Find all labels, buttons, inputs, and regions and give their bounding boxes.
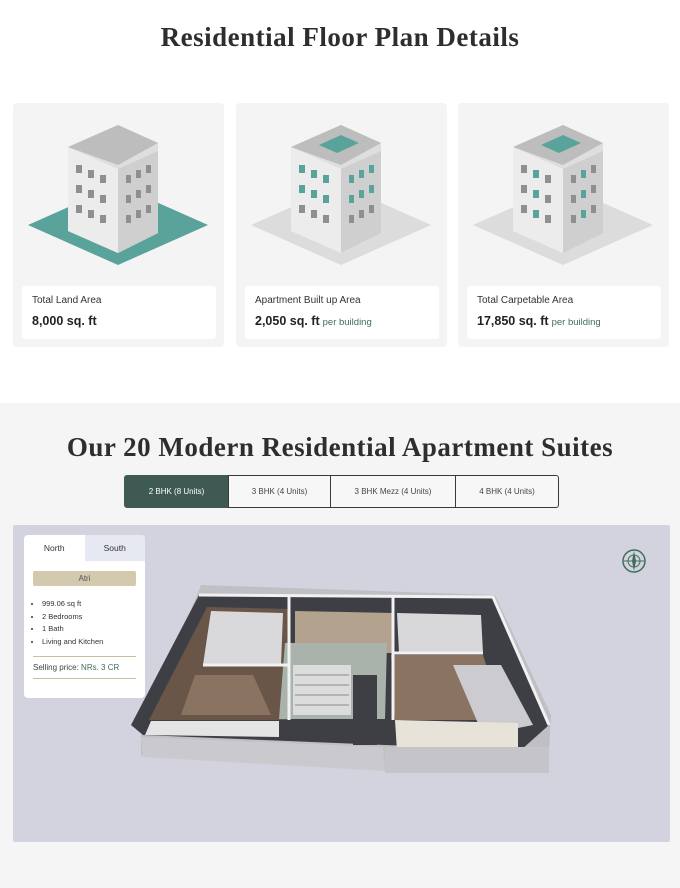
tab-3bhk-mezz[interactable]: 3 BHK Mezz (4 Units) [330, 475, 456, 508]
carpetable-area-info: Total Carpetable Area 17,850 sq. ft per b… [467, 286, 661, 339]
built-up-area-card: Apartment Built up Area 2,050 sq. ft per … [236, 103, 447, 347]
divider [33, 677, 136, 679]
floor-plan-title: Residential Floor Plan Details [160, 22, 520, 52]
tab-south[interactable]: South [84, 535, 145, 561]
building-land-illustration [28, 125, 208, 265]
building-builtup-illustration [251, 125, 431, 265]
list-item: Living and Kitchen [42, 636, 145, 649]
card-label: Apartment Built up Area [255, 295, 361, 306]
suites-title: Our 20 Modern Residential Apartment Suit… [66, 432, 614, 462]
tab-3bhk[interactable]: 3 BHK (4 Units) [228, 475, 331, 508]
unit-info-panel: North South Atri 999.06 sq ft 2 Bedrooms… [24, 535, 145, 698]
unit-type-tabs: 2 BHK (8 Units) 3 BHK (4 Units) 3 BHK Me… [124, 475, 559, 508]
list-item: 2 Bedrooms [42, 611, 145, 624]
tab-2bhk[interactable]: 2 BHK (8 Units) [124, 475, 229, 508]
card-label: Total Carpetable Area [477, 295, 574, 306]
divider [33, 655, 136, 657]
list-item: 999.06 sq ft [42, 598, 145, 611]
card-value: 17,850 sq. ft per building [477, 314, 601, 328]
card-value: 8,000 sq. ft [32, 314, 97, 328]
orientation-tabs: North South [24, 535, 145, 561]
land-area-card: Total Land Area 8,000 sq. ft [13, 103, 224, 347]
built-up-area-info: Apartment Built up Area 2,050 sq. ft per … [245, 286, 439, 339]
building-carpet-illustration [473, 125, 653, 265]
list-item: 1 Bath [42, 623, 145, 636]
unit-name-button[interactable]: Atri [33, 571, 136, 586]
card-label: Total Land Area [32, 295, 102, 306]
tab-4bhk[interactable]: 4 BHK (4 Units) [455, 475, 559, 508]
land-area-info: Total Land Area 8,000 sq. ft [22, 286, 216, 339]
unit-features-list: 999.06 sq ft 2 Bedrooms 1 Bath Living an… [42, 598, 145, 649]
compass-icon[interactable] [621, 548, 647, 574]
card-value: 2,050 sq. ft per building [255, 314, 372, 328]
carpetable-area-card: Total Carpetable Area 17,850 sq. ft per b… [458, 103, 669, 347]
tab-north[interactable]: North [24, 535, 85, 561]
selling-price: Selling price: NRs. 3 CR [33, 662, 120, 672]
